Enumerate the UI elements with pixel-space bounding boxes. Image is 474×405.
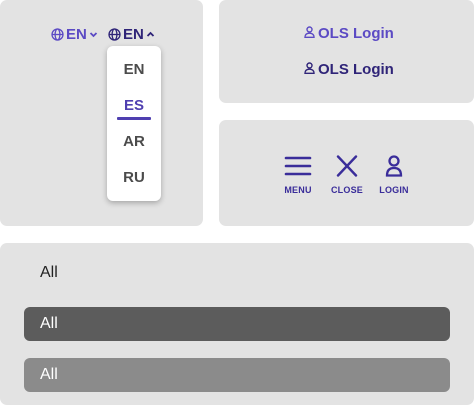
user-icon: [304, 25, 315, 42]
chevron-down-icon: [89, 30, 98, 39]
language-dropdown: EN ES AR RU: [107, 46, 161, 201]
language-option-es[interactable]: ES: [107, 95, 161, 117]
user-icon: [304, 61, 315, 78]
language-option-ar[interactable]: AR: [107, 131, 161, 153]
filter-option-plain[interactable]: All: [40, 264, 58, 282]
user-icon: [385, 155, 403, 182]
login-button[interactable]: LOGIN: [377, 155, 411, 195]
menu-label: MENU: [284, 185, 312, 195]
login-link-default[interactable]: OLS Login: [304, 61, 394, 78]
close-button[interactable]: CLOSE: [330, 155, 364, 195]
language-option-ru[interactable]: RU: [107, 167, 161, 189]
language-toggle-collapsed[interactable]: EN: [51, 25, 98, 43]
filter-option-hover[interactable]: All: [24, 358, 450, 392]
chevron-up-icon: [146, 30, 155, 39]
globe-icon: [108, 27, 121, 41]
close-label: CLOSE: [330, 185, 363, 195]
language-code: EN: [123, 25, 144, 43]
close-icon: [335, 155, 359, 182]
language-code: EN: [66, 25, 87, 43]
selected-indicator: [117, 117, 151, 120]
login-label: LOGIN: [379, 185, 409, 195]
login-label: OLS Login: [318, 61, 394, 78]
menu-button[interactable]: MENU: [282, 155, 314, 195]
login-label: OLS Login: [318, 25, 394, 42]
language-panel: [0, 0, 203, 226]
login-link-hover[interactable]: OLS Login: [304, 25, 394, 42]
language-option-en[interactable]: EN: [107, 59, 161, 81]
hamburger-icon: [284, 155, 312, 182]
filter-option-selected[interactable]: All: [24, 307, 450, 341]
globe-icon: [51, 27, 64, 41]
login-links-panel: [219, 0, 474, 103]
language-toggle-expanded[interactable]: EN: [108, 25, 155, 43]
